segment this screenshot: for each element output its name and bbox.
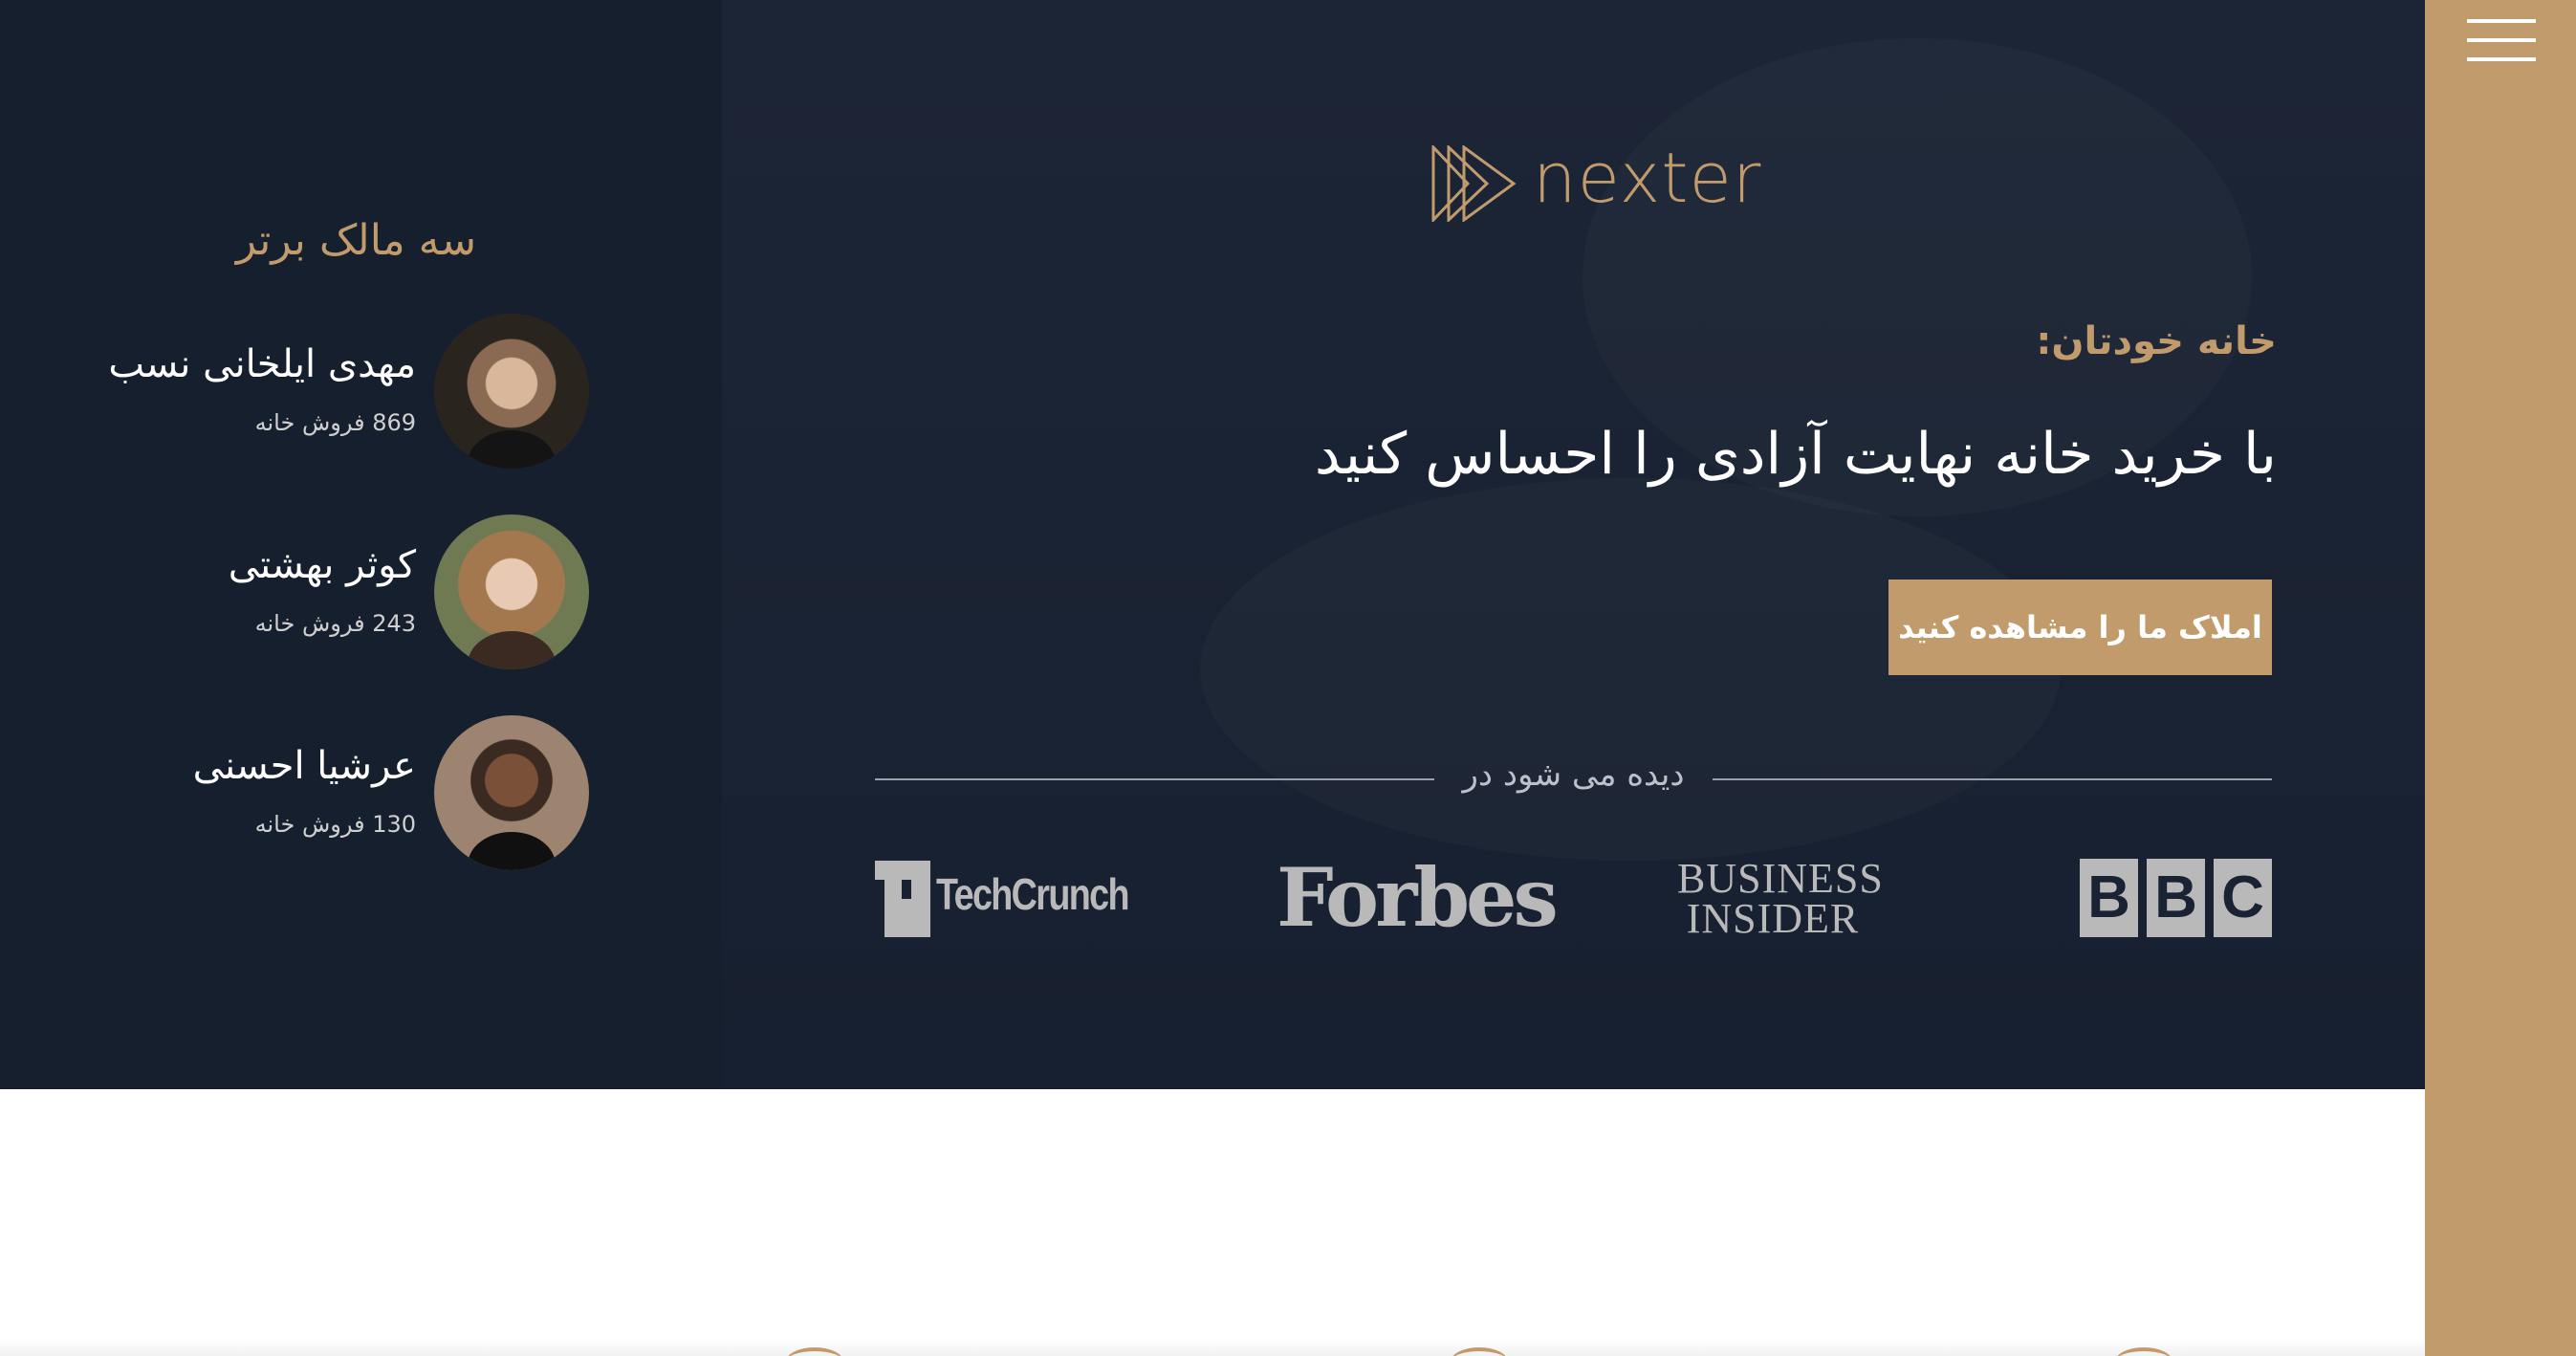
nexter-logo[interactable]: nexter	[1430, 138, 1760, 226]
realtor-avatar	[434, 514, 589, 669]
bi-line-2: INSIDER	[1686, 895, 1860, 942]
realtor-sold-count: 130 فروش خانه	[254, 811, 416, 838]
top-realtors-panel: سه مالک برتر مهدی ایلخانی نسب 869 فروش خ…	[0, 0, 722, 1089]
divider-line-left	[875, 778, 1434, 780]
realtor-card[interactable]: مهدی ایلخانی نسب 869 فروش خانه	[0, 314, 722, 470]
hero-subtitle: خانه خودتان:	[2036, 319, 2277, 363]
realtors-title: سه مالک برتر	[235, 216, 477, 265]
realtor-name: مهدی ایلخانی نسب	[108, 342, 416, 386]
bi-line-1: BUSINESS	[1677, 855, 1884, 902]
realtor-card[interactable]: عرشیا احسنی 130 فروش خانه	[0, 715, 722, 872]
features-section	[0, 1089, 2425, 1356]
hero-heading: با خرید خانه نهایت آزادی را احساس کنید	[1314, 421, 2277, 488]
bbc-letter: B	[2080, 859, 2138, 937]
realtor-avatar	[434, 715, 589, 870]
techcrunch-text: TechCrunch	[936, 869, 1130, 919]
seen-on-divider: دیده می شود در	[875, 755, 2272, 803]
view-properties-button[interactable]: املاک ما را مشاهده کنید	[1888, 580, 2272, 675]
realtor-sold-count: 243 فروش خانه	[254, 610, 416, 637]
bbc-letter: B	[2147, 859, 2205, 937]
realtor-avatar	[434, 314, 589, 469]
hero-header: nexter خانه خودتان: با خرید خانه نهایت آ…	[722, 0, 2425, 1089]
logo-text: nexter	[1533, 138, 1762, 218]
realtor-name: عرشیا احسنی	[192, 744, 416, 788]
realtor-name: کوثر بهشتی	[228, 543, 416, 587]
bbc-logo: B B C	[2080, 859, 2272, 937]
forbes-logo: Forbes	[1277, 850, 1559, 945]
logo-play-icon	[1431, 145, 1517, 222]
techcrunch-logo: TechCrunch	[875, 859, 1130, 937]
techcrunch-mark-icon	[875, 861, 930, 937]
sidebar	[2425, 0, 2576, 1356]
realtor-card[interactable]: کوثر بهشتی 243 فروش خانه	[0, 514, 722, 671]
realtor-sold-count: 869 فروش خانه	[254, 409, 416, 436]
hamburger-menu-icon[interactable]	[2467, 17, 2536, 65]
divider-line-right	[1713, 778, 2272, 780]
seen-on-label: دیده می شود در	[1462, 755, 1685, 794]
business-insider-logo: BUSINESS INSIDER	[1677, 855, 1884, 942]
bbc-letter: C	[2214, 859, 2272, 937]
section-shadow	[0, 1339, 2425, 1356]
